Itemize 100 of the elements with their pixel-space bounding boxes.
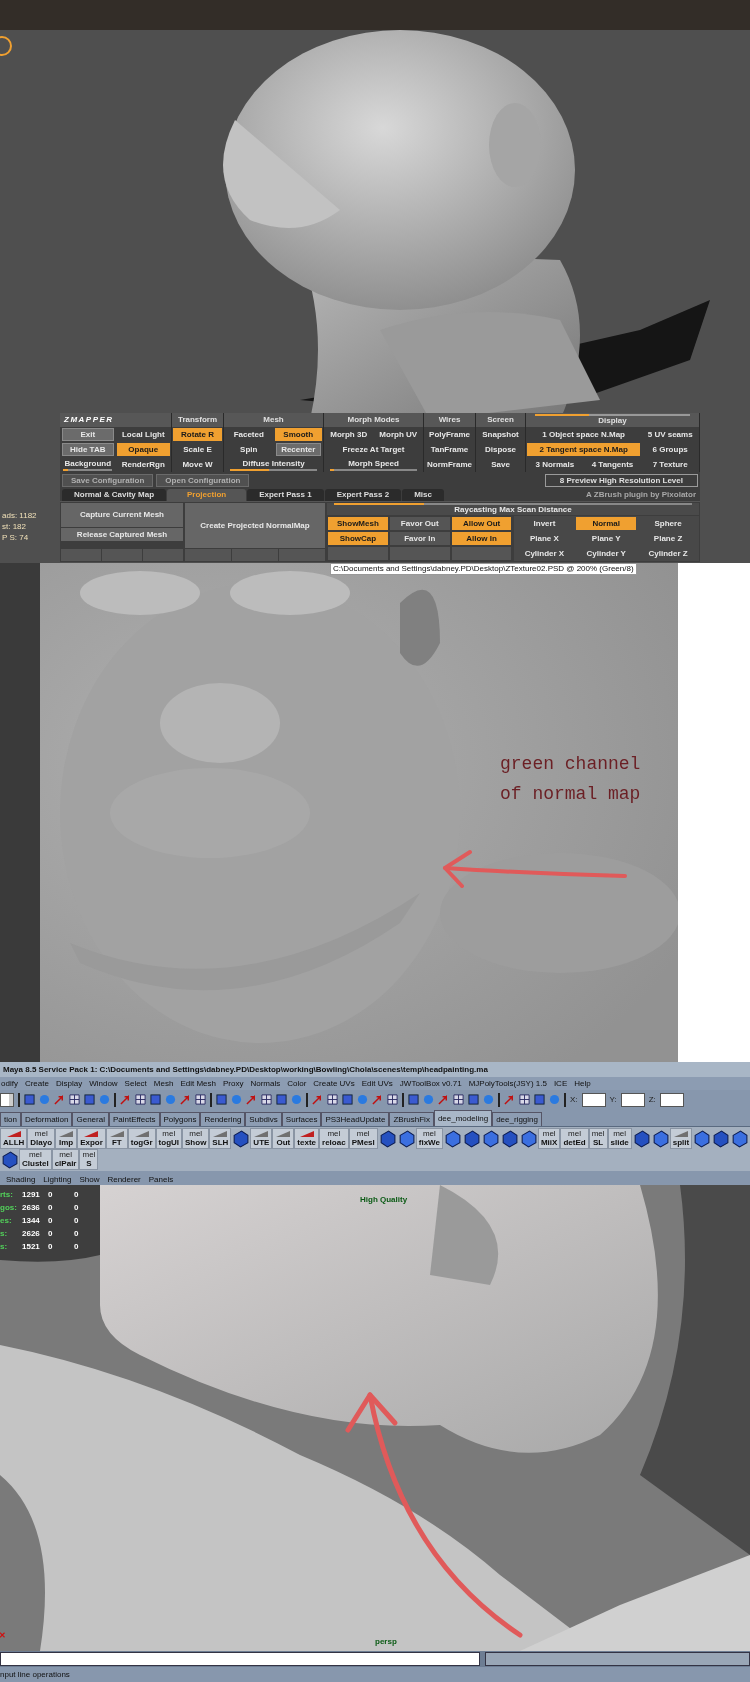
panel-button[interactable]: Recenter	[275, 443, 321, 456]
menu-item[interactable]: odify	[1, 1079, 18, 1088]
toggle-button[interactable]: Plane X	[514, 532, 575, 545]
toggle-button[interactable]: Cylinder X	[514, 547, 575, 560]
release-button[interactable]: Release Captured Mesh	[61, 528, 183, 541]
panel-tab[interactable]: Misc	[402, 489, 444, 501]
menu-item[interactable]: Renderer	[107, 1174, 141, 1184]
toggle-button[interactable]: ShowMesh	[328, 517, 388, 530]
toggle-button[interactable]: Normal	[576, 517, 637, 530]
shelf-button[interactable]: FT	[105, 1127, 128, 1149]
command-field[interactable]	[0, 1651, 480, 1666]
toggle-button[interactable]: Sphere	[638, 517, 698, 530]
menu-item[interactable]: Display	[55, 1079, 83, 1088]
toggle-button[interactable]: Plane Z	[638, 532, 698, 545]
grid-icon[interactable]	[327, 1094, 338, 1106]
create-button[interactable]: Create Projected NormalMap	[185, 503, 325, 548]
toggle-button[interactable]: Dispose	[477, 443, 524, 456]
shelf-button[interactable]: mel slide	[607, 1127, 632, 1149]
toggle-button[interactable]: 6 Groups	[642, 443, 698, 456]
shelf-tab[interactable]: Rendering	[200, 1111, 246, 1126]
menu-item[interactable]: JWToolBox v0.71	[399, 1079, 462, 1088]
grid-icon[interactable]	[135, 1094, 146, 1106]
shelf-button[interactable]: mel fixWe	[415, 1127, 443, 1149]
shelf-tab[interactable]: Deformation	[20, 1111, 73, 1126]
menu-item[interactable]: Lighting	[43, 1174, 72, 1184]
toggle-button[interactable]: RenderRgn	[116, 458, 170, 471]
shelf-button[interactable]: mel reloac	[319, 1127, 349, 1149]
shelf-button[interactable]: UTE	[250, 1127, 273, 1149]
grid-icon[interactable]	[453, 1094, 464, 1106]
toggle-button[interactable]: Freeze At Target	[325, 443, 422, 456]
shelf-button[interactable]: togGr	[127, 1127, 156, 1149]
shelf-button[interactable]: mel Show	[182, 1127, 210, 1149]
menu-item[interactable]: MJPolyTools(JSY) 1.5	[468, 1079, 547, 1088]
toggle-button[interactable]: Cylinder Y	[576, 547, 637, 560]
panel-button[interactable]: Exit	[62, 428, 114, 441]
toggle-button[interactable]: Invert	[514, 517, 575, 530]
toggle-button[interactable]: 7 Texture	[642, 458, 698, 471]
panel-tab[interactable]: Projection	[167, 489, 247, 501]
shelf-button[interactable]: mel Dlayo	[27, 1127, 56, 1149]
toggle-button[interactable]: Snapshot	[477, 428, 524, 441]
shelf-tab[interactable]: tion	[0, 1111, 21, 1126]
shelf-tab[interactable]: ZBrushFix	[389, 1111, 434, 1126]
shelf-button[interactable]: mel PMesl	[348, 1127, 378, 1149]
toggle-button[interactable]: 1 Object space N.Map	[527, 428, 641, 441]
toggle-button[interactable]: PolyFrame	[425, 428, 474, 441]
grid-icon[interactable]	[195, 1094, 206, 1106]
menu-item[interactable]: Create	[24, 1079, 49, 1088]
grid-icon[interactable]	[69, 1094, 80, 1106]
toggle-button[interactable]: 4 Tangents	[584, 458, 641, 471]
toggle-button[interactable]: Favor Out	[389, 517, 450, 530]
shelf-tab[interactable]: PS3HeadUpdate	[321, 1111, 390, 1126]
shelf-button[interactable]: mel Clustel	[19, 1148, 52, 1170]
toggle-button[interactable]: Spin	[225, 443, 273, 456]
menu-item[interactable]: Create UVs	[313, 1079, 355, 1088]
menu-item[interactable]: Edit UVs	[361, 1079, 393, 1088]
shelf-tab[interactable]: Surfaces	[281, 1111, 322, 1126]
shelf-tab[interactable]: General	[72, 1111, 109, 1126]
menu-item[interactable]: Normals	[250, 1079, 281, 1088]
toggle-button[interactable]: Faceted	[225, 428, 273, 441]
toggle-button[interactable]: Scale E	[173, 443, 222, 456]
toggle-button[interactable]: Move W	[173, 458, 222, 471]
toggle-button[interactable]: Favor In	[389, 532, 450, 545]
toggle-button[interactable]: Allow Out	[451, 517, 512, 530]
menu-item[interactable]: Panels	[148, 1174, 174, 1184]
toggle-button[interactable]: Smooth	[274, 428, 322, 441]
toggle-button[interactable]: Plane Y	[576, 532, 637, 545]
shelf-tab[interactable]: PaintEffects	[108, 1111, 160, 1126]
toggle-button[interactable]: TanFrame	[425, 443, 474, 456]
panel-tab[interactable]: Expert Pass 2	[324, 489, 402, 501]
grid-icon[interactable]	[519, 1094, 530, 1106]
panel-tab[interactable]: Normal & Cavity Map	[62, 489, 167, 501]
panel-button[interactable]: Hide TAB	[62, 443, 114, 456]
dropdown-field[interactable]	[0, 1092, 14, 1107]
config-button[interactable]: Save Configuration	[62, 473, 154, 487]
toggle-button[interactable]: 5 UV seams	[642, 428, 698, 441]
slider-track[interactable]	[229, 468, 318, 471]
menu-item[interactable]: Select	[124, 1079, 147, 1088]
shelf-button[interactable]: mel togUI	[155, 1127, 182, 1149]
coordinate-field[interactable]	[581, 1092, 606, 1107]
toggle-button[interactable]: ShowCap	[328, 532, 388, 545]
menu-item[interactable]: Edit Mesh	[180, 1079, 216, 1088]
coordinate-field[interactable]	[620, 1092, 645, 1107]
shelf-button[interactable]: mel SL	[588, 1127, 608, 1149]
shelf-button[interactable]: mel MiiX	[537, 1127, 561, 1149]
menu-item[interactable]: Show	[79, 1174, 100, 1184]
shelf-button[interactable]: mel detEd	[560, 1127, 589, 1149]
coordinate-field[interactable]	[659, 1092, 684, 1107]
slider-track[interactable]	[329, 468, 418, 471]
toggle-button[interactable]: Rotate R	[173, 428, 222, 441]
shelf-button[interactable]: Out	[272, 1127, 295, 1149]
menu-item[interactable]: ICE	[553, 1079, 568, 1088]
shelf-tab[interactable]: dee_rigging	[492, 1111, 542, 1126]
shelf-button[interactable]: texte	[294, 1127, 320, 1149]
shelf-tab[interactable]: Polygons	[159, 1111, 201, 1126]
shelf-button[interactable]: Expor	[77, 1127, 106, 1149]
panel-tab[interactable]: Expert Pass 1	[247, 489, 324, 501]
menu-item[interactable]: Color	[287, 1079, 307, 1088]
shelf-button[interactable]: split	[669, 1127, 693, 1149]
menu-item[interactable]: Help	[574, 1079, 591, 1088]
toggle-button[interactable]: Save	[477, 458, 524, 471]
